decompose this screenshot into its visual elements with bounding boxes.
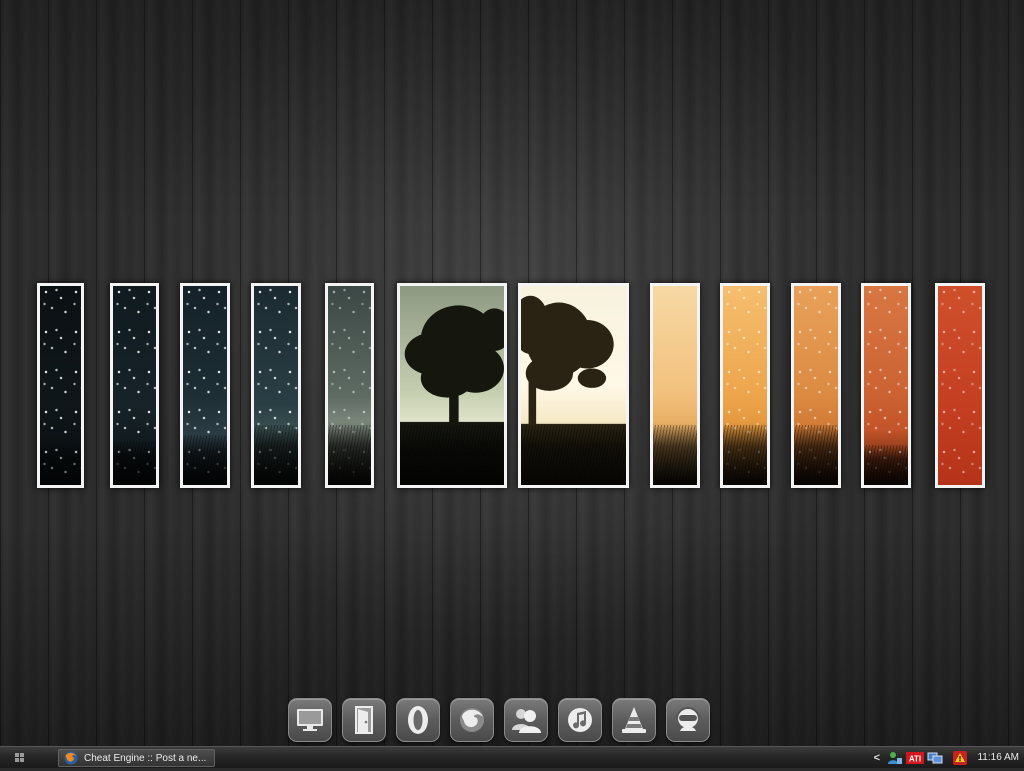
- wallpaper-panel-9: [720, 283, 770, 488]
- wallpaper-panel-10: [791, 283, 841, 488]
- wallpaper-panel-12: [935, 283, 985, 488]
- wallpaper-panel-5: [325, 283, 374, 488]
- system-clock[interactable]: 11:16 AM: [977, 752, 1019, 763]
- firefox-icon: [64, 751, 78, 765]
- security-alert-icon[interactable]: [952, 750, 968, 766]
- taskbar: Cheat Engine :: Post a ne... < ATI 11:16…: [0, 746, 1024, 768]
- system-tray: < ATI 11:16 AM: [874, 747, 1024, 768]
- taskbar-window-button[interactable]: Cheat Engine :: Post a ne...: [58, 749, 215, 767]
- wallpaper-panel-2: [110, 283, 159, 488]
- start-menu-icon[interactable]: [12, 751, 28, 765]
- desktop-wallpaper: [0, 0, 1024, 746]
- taskbar-window-label: Cheat Engine :: Post a ne...: [84, 752, 207, 764]
- messenger-icon[interactable]: [504, 698, 548, 742]
- tray-expand-chevron[interactable]: <: [874, 752, 880, 764]
- network-monitor-icon[interactable]: [927, 750, 943, 766]
- wallpaper-panel-8: [650, 283, 700, 488]
- vlc-cone-icon[interactable]: [612, 698, 656, 742]
- wallpaper-panel-3: [180, 283, 230, 488]
- opera-icon[interactable]: [396, 698, 440, 742]
- wallpaper-panel-1: [37, 283, 84, 488]
- monitor-icon[interactable]: [288, 698, 332, 742]
- wallpaper-panel-tree-right: [518, 283, 629, 488]
- wallpaper-panel-4: [251, 283, 301, 488]
- ati-icon[interactable]: ATI: [906, 750, 924, 766]
- wallpaper-panel-11: [861, 283, 911, 488]
- itunes-icon[interactable]: [558, 698, 602, 742]
- ati-text: ATI: [909, 754, 921, 763]
- network-user-icon[interactable]: [887, 750, 903, 766]
- door-icon[interactable]: [342, 698, 386, 742]
- firefox-icon[interactable]: [450, 698, 494, 742]
- headset-user-icon[interactable]: [666, 698, 710, 742]
- wallpaper-panel-tree-left: [397, 283, 507, 488]
